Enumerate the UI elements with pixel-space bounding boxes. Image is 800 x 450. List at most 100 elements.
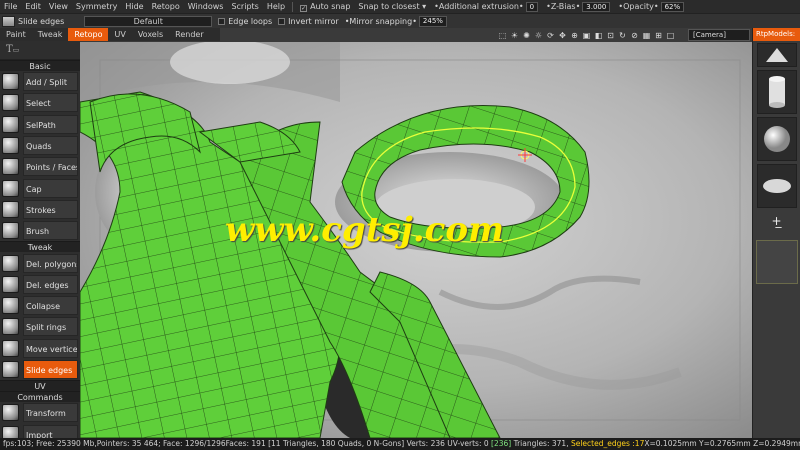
disc-primitive[interactable] <box>756 164 797 208</box>
tool-brush[interactable]: Brush <box>2 220 78 241</box>
del-edges-icon <box>2 275 19 293</box>
opacity-field[interactable]: •Opacity• 62% <box>614 0 688 13</box>
auto-snap-label: Auto snap <box>310 2 351 11</box>
text-tool-icon[interactable]: T▭ <box>0 41 80 60</box>
additional-extrusion-value: 0 <box>525 2 539 12</box>
tool-strokes[interactable]: Strokes <box>2 199 78 220</box>
3d-viewport[interactable]: www.cgtsj.com <box>80 42 752 438</box>
cylinder-primitive[interactable] <box>756 70 797 114</box>
tool-label: Move vertices <box>23 338 78 358</box>
opacity-label: •Opacity• <box>618 2 659 11</box>
selected-edges-count: Selected_edges :17 <box>570 439 645 448</box>
current-tool-name: Slide edges <box>18 16 65 26</box>
tool-options-bar: Slide edges Default Edge loops Invert mi… <box>0 13 800 28</box>
section-tweak: Tweak <box>0 241 80 253</box>
sun-icon[interactable]: ☼ <box>534 31 543 40</box>
empty-model-slot[interactable] <box>755 240 798 284</box>
tool-slide-edges[interactable]: Slide edges <box>2 359 78 380</box>
tool-selpath[interactable]: SelPath <box>2 114 78 135</box>
snap-to-closest-label: Snap to closest <box>358 2 420 11</box>
section-commands: Commands <box>0 391 80 403</box>
menu-view[interactable]: View <box>45 0 72 13</box>
tool-points-faces[interactable]: Points / Faces <box>2 156 78 177</box>
tool-label: Quads <box>23 136 78 156</box>
scene-stats: Free: 25390 Mb,Pointers: 35 464; Face: 1… <box>36 439 489 448</box>
invert-mirror-checkbox[interactable] <box>278 17 286 25</box>
no-entry-icon[interactable]: ⊘ <box>630 31 639 40</box>
refresh-icon[interactable]: ↻ <box>618 31 627 40</box>
menu-retopo[interactable]: Retopo <box>148 0 184 13</box>
zoom-icon[interactable]: ⊕ <box>570 31 579 40</box>
menu-file[interactable]: File <box>0 0 21 13</box>
section-basic: Basic <box>0 60 80 71</box>
snap-to-closest-dropdown[interactable]: Snap to closest ▾ <box>354 0 430 13</box>
camera-dropdown[interactable]: [Camera] <box>688 29 750 41</box>
menu-scripts[interactable]: Scripts <box>227 0 262 13</box>
auto-snap-toggle[interactable]: ✓ Auto snap <box>296 0 354 13</box>
menu-bar: File Edit View Symmetry Hide Retopo Wind… <box>0 0 800 13</box>
tool-del-edges[interactable]: Del. edges <box>2 274 78 295</box>
cone-primitive[interactable] <box>756 43 797 67</box>
points-faces-icon <box>2 158 19 176</box>
collapse-icon <box>2 297 19 315</box>
tool-quads[interactable]: Quads <box>2 135 78 156</box>
z-bias-field[interactable]: •Z-Bias• 3.000 <box>542 0 614 13</box>
frame-icon[interactable]: ⊡ <box>606 31 615 40</box>
status-bar: fps:103; Free: 25390 Mb,Pointers: 35 464… <box>0 438 800 450</box>
transform-icon <box>2 404 19 422</box>
rtp-models-header[interactable]: RtpModels: <box>753 28 800 41</box>
watermark-text: www.cgtsj.com <box>225 210 505 250</box>
triangle-count: Triangles: 371, <box>511 439 571 448</box>
menu-separator <box>292 1 294 12</box>
move-icon[interactable]: ✥ <box>558 31 567 40</box>
tool-label: Strokes <box>23 199 78 219</box>
wireframe-icon[interactable]: ⬚ <box>498 31 507 40</box>
tool-label: Cap <box>23 178 78 198</box>
add-model-icon[interactable]: +̲ <box>753 214 800 228</box>
tool-collapse[interactable]: Collapse <box>2 295 78 316</box>
tool-add-split[interactable]: Add / Split <box>2 71 78 92</box>
fit-view-icon[interactable]: ▣ <box>582 31 591 40</box>
brightness-icon[interactable]: ✺ <box>522 31 531 40</box>
tool-cap[interactable]: Cap <box>2 177 78 198</box>
cone-icon <box>765 48 788 62</box>
tool-move-vertices[interactable]: Move vertices <box>2 338 78 359</box>
square-icon[interactable]: □ <box>666 31 675 40</box>
slide-edges-tool-icon <box>2 15 15 27</box>
menu-symmetry[interactable]: Symmetry <box>72 0 121 13</box>
tab-paint[interactable]: Paint <box>0 28 32 41</box>
quads-icon <box>2 137 19 155</box>
rotate-icon[interactable]: ⟳ <box>546 31 555 40</box>
fps-readout: fps:103; <box>3 439 34 448</box>
tab-voxels[interactable]: Voxels <box>132 28 169 41</box>
light-icon[interactable]: ☀ <box>510 31 519 40</box>
menu-windows[interactable]: Windows <box>184 0 228 13</box>
section-uv: UV <box>0 380 80 392</box>
menu-help[interactable]: Help <box>263 0 289 13</box>
tab-render[interactable]: Render <box>169 28 209 41</box>
tool-select[interactable]: Select <box>2 92 78 113</box>
preset-dropdown[interactable]: Default <box>84 15 213 27</box>
axes-icon[interactable]: ⊞ <box>654 31 663 40</box>
disc-icon <box>762 179 791 193</box>
sphere-icon <box>763 126 790 152</box>
tool-transform[interactable]: Transform <box>2 402 78 423</box>
menu-edit[interactable]: Edit <box>21 0 45 13</box>
edge-loops-checkbox[interactable] <box>218 17 226 25</box>
tab-tweak[interactable]: Tweak <box>32 28 69 41</box>
menu-hide[interactable]: Hide <box>121 0 147 13</box>
tab-retopo[interactable]: Retopo <box>68 28 109 41</box>
grid-icon[interactable]: ▦ <box>642 31 651 40</box>
tool-split-rings[interactable]: Split rings <box>2 316 78 337</box>
tab-uv[interactable]: UV <box>108 28 131 41</box>
additional-extrusion-field[interactable]: •Additional extrusion• 0 <box>430 0 542 13</box>
tool-label: Transform <box>23 403 78 423</box>
chevron-down-icon: ▾ <box>422 2 427 11</box>
tool-label: Collapse <box>23 296 78 316</box>
camera-icon[interactable]: ◧ <box>594 31 603 40</box>
mirror-snapping-value[interactable]: 245% <box>418 15 447 27</box>
cap-icon <box>2 179 19 197</box>
tool-label: SelPath <box>23 114 78 134</box>
tool-del-polygons[interactable]: Del. polygons <box>2 252 78 273</box>
sphere-primitive[interactable] <box>756 117 797 161</box>
